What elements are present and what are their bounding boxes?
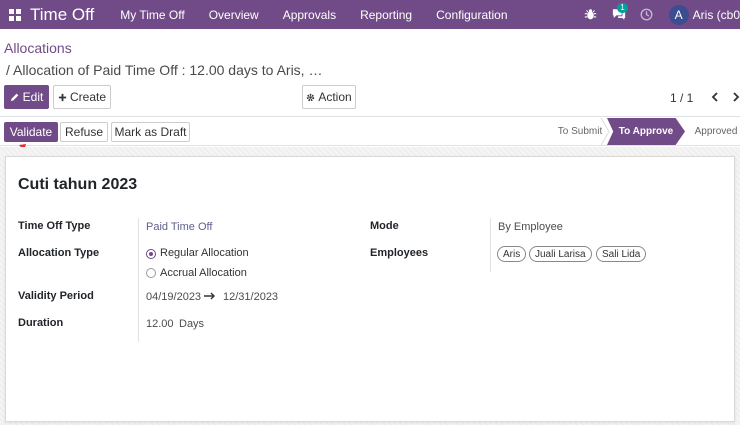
mode-label: Mode (370, 220, 399, 232)
app-title[interactable]: Time Off (30, 5, 94, 25)
employees-label: Employees (370, 247, 429, 259)
form-sheet (5, 156, 735, 422)
pager-value[interactable]: 1 / 1 (670, 91, 693, 105)
top-navbar: Time Off My Time Off Overview Approvals … (0, 0, 740, 29)
mark-as-draft-button[interactable]: Mark as Draft (111, 122, 190, 142)
employee-tag-sali-lida[interactable]: Sali Lida (596, 246, 647, 262)
regular-allocation-label[interactable]: Regular Allocation (160, 247, 249, 259)
action-button[interactable]: Action (302, 85, 356, 109)
status-bar: Validate Refuse Mark as Draft To Submit … (0, 118, 740, 146)
apps-grid-icon[interactable] (0, 0, 30, 29)
menu-approvals[interactable]: Approvals (271, 0, 348, 29)
arrow-right-icon (204, 292, 215, 300)
employee-tag-aris[interactable]: Aris (497, 246, 527, 262)
allocation-type-label: Allocation Type (18, 247, 100, 259)
breadcrumb-current: / Allocation of Paid Time Off : 12.00 da… (6, 62, 323, 78)
refuse-button[interactable]: Refuse (60, 122, 108, 142)
plus-icon (58, 93, 67, 101)
action-button-label: Action (318, 90, 352, 104)
stage-approved: Approved (694, 126, 738, 137)
navbar-systray: 1 A Aris (cb0 (577, 0, 740, 29)
time-off-type-label: Time Off Type (18, 220, 91, 232)
employee-tag-juali-larisa[interactable]: Juali Larisa (529, 246, 592, 262)
validity-from-value[interactable]: 04/19/2023 (146, 291, 201, 303)
accrual-allocation-label[interactable]: Accrual Allocation (160, 267, 247, 279)
control-panel: Allocations / Allocation of Paid Time Of… (0, 29, 740, 117)
mode-value[interactable]: By Employee (498, 221, 563, 233)
validate-button[interactable]: Validate (4, 122, 58, 142)
allocation-title: Cuti tahun 2023 (18, 176, 138, 193)
regular-allocation-radio[interactable] (146, 249, 156, 259)
validity-to-value[interactable]: 12/31/2023 (223, 291, 278, 303)
right-group-separator (490, 218, 491, 272)
pencil-icon (10, 93, 18, 102)
menu-reporting[interactable]: Reporting (348, 0, 424, 29)
create-button[interactable]: Create (53, 85, 111, 109)
validity-period-label: Validity Period (18, 290, 94, 302)
chevron-left-icon[interactable] (708, 87, 722, 107)
duration-unit: Days (179, 318, 205, 330)
breadcrumb-allocations[interactable]: Allocations (4, 40, 72, 56)
menu-configuration[interactable]: Configuration (424, 0, 519, 29)
create-button-label: Create (69, 90, 107, 104)
gear-icon (307, 93, 315, 101)
messages-count-badge: 1 (617, 3, 628, 13)
bug-icon[interactable] (577, 0, 605, 29)
left-group-separator (138, 218, 139, 342)
edit-button[interactable]: Edit (4, 85, 49, 109)
clock-icon[interactable] (633, 0, 661, 29)
menu-my-time-off[interactable]: My Time Off (108, 0, 196, 29)
edit-button-label: Edit (22, 90, 44, 104)
time-off-type-value[interactable]: Paid Time Off (146, 221, 212, 233)
user-name[interactable]: Aris (cb0 (693, 8, 740, 22)
duration-value[interactable]: 12.00 (146, 318, 174, 330)
stage-separator (600, 118, 610, 145)
duration-label: Duration (18, 317, 64, 329)
menu-overview[interactable]: Overview (197, 0, 271, 29)
chevron-right-icon[interactable] (729, 87, 740, 107)
user-avatar[interactable]: A (668, 4, 689, 25)
stage-to-approve: To Approve (607, 118, 685, 145)
chat-icon[interactable]: 1 (605, 0, 633, 29)
accrual-allocation-radio[interactable] (146, 268, 156, 278)
